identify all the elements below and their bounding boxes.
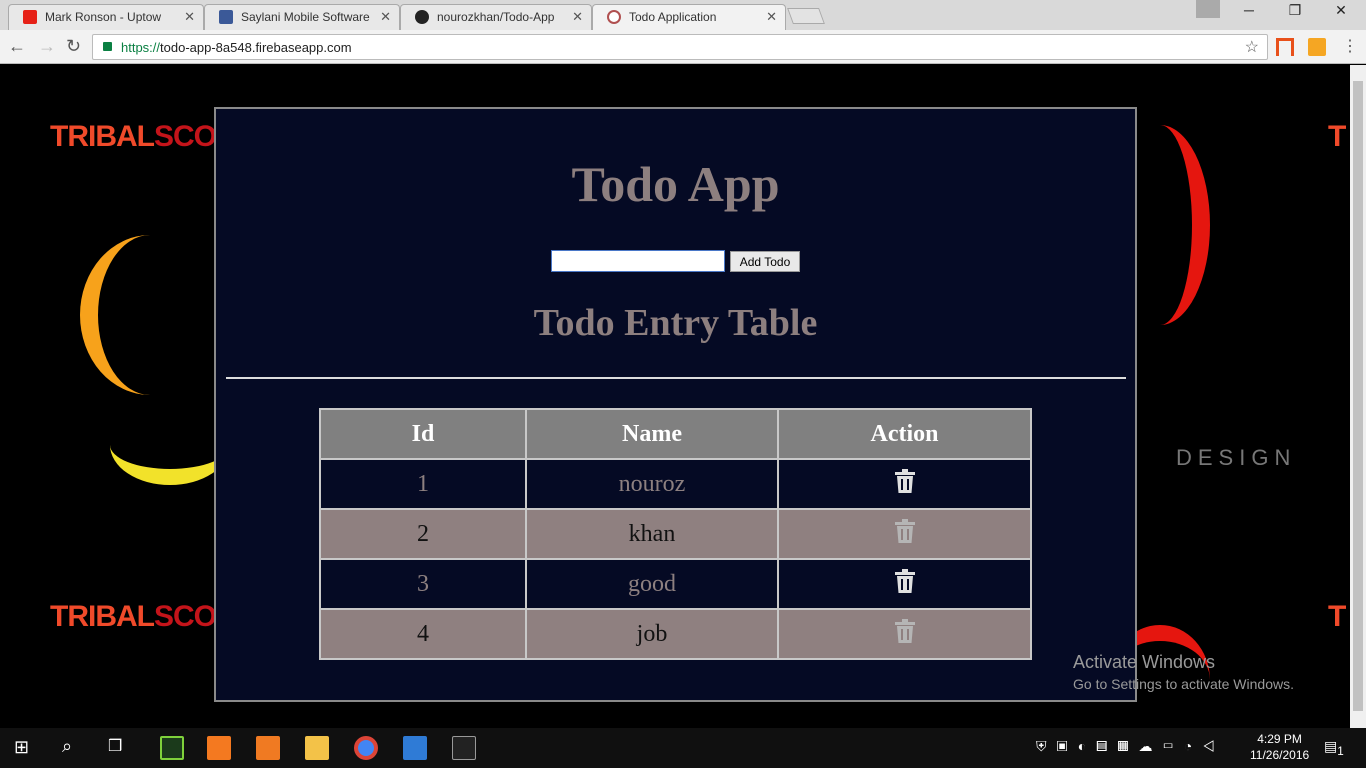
date: 11/26/2016	[1250, 748, 1310, 762]
browser-toolbar: ← → ↻ https://todo-app-8a548.firebaseapp…	[0, 30, 1366, 64]
column-header-action: Action	[777, 408, 1032, 460]
tab-title: nourozkhan/Todo-App	[437, 10, 555, 24]
tab-title: Todo Application	[629, 10, 717, 24]
delete-trash-icon[interactable]	[894, 518, 915, 550]
delete-trash-icon[interactable]	[894, 618, 915, 650]
notification-count: 1	[1337, 744, 1344, 758]
background-flame	[80, 235, 220, 395]
table-row: 4 job	[319, 608, 1032, 660]
todo-name: good	[525, 558, 779, 610]
todo-app-panel: Todo App Add Todo Todo Entry Table Id Na…	[214, 107, 1137, 702]
table-row: 3 good	[319, 558, 1032, 610]
facebook-icon	[219, 10, 233, 24]
extension-icon[interactable]	[1276, 38, 1294, 56]
menu-icon[interactable]: ⋮	[1342, 36, 1358, 56]
table-title: Todo Entry Table	[533, 302, 818, 344]
side-text: DESIGN	[1176, 445, 1297, 470]
todo-id: 4	[319, 608, 527, 660]
github-icon	[415, 10, 429, 24]
minimize-button[interactable]: ─	[1226, 2, 1272, 18]
forward-icon[interactable]: →	[38, 36, 56, 57]
close-tab-icon[interactable]: ✕	[766, 9, 777, 25]
tab-todo-application[interactable]: Todo Application ✕	[592, 4, 786, 30]
tab-github[interactable]: nourozkhan/Todo-App ✕	[400, 4, 592, 30]
close-tab-icon[interactable]: ✕	[572, 9, 583, 25]
address-bar[interactable]: https://todo-app-8a548.firebaseapp.com ☆	[92, 34, 1268, 60]
todo-id: 3	[319, 558, 527, 610]
column-header-id: Id	[319, 408, 527, 460]
close-window-button[interactable]: ✕	[1318, 2, 1364, 19]
todo-id: 2	[319, 508, 527, 560]
tab-strip: Mark Ronson - Uptow ✕ Saylani Mobile Soft…	[0, 0, 1366, 30]
action-cell	[777, 558, 1032, 610]
restore-button[interactable]: ❐	[1272, 2, 1318, 19]
new-tab-button[interactable]	[787, 8, 825, 24]
activate-windows-watermark: Activate Windows Go to Settings to activa…	[1073, 652, 1294, 692]
background-flame	[110, 405, 230, 485]
profile-icon[interactable]	[1196, 0, 1220, 18]
youtube-icon	[23, 10, 37, 24]
todo-input[interactable]	[551, 250, 725, 272]
todo-table: Id Name Action 1 nouroz 2 khan 3 good 4 …	[319, 408, 1032, 660]
start-icon[interactable]: ⊞	[14, 737, 29, 758]
app-title: Todo App	[571, 156, 780, 212]
page-background: TRIBALSCOR TRIBALSCOR T T DESIGN Todo Ap…	[0, 65, 1350, 728]
system-tray-icons[interactable]: ⛨▣◐▤▦☁▭◔◁	[1036, 738, 1225, 755]
url-scheme: https://	[121, 40, 161, 55]
file-explorer-icon[interactable]	[305, 736, 329, 760]
add-todo-button[interactable]: Add Todo	[730, 251, 800, 272]
url-host: todo-app-8a548.firebaseapp.com	[160, 40, 352, 55]
brand-text: TRIBAL	[50, 600, 155, 633]
background-brand: T	[1328, 600, 1346, 633]
tab-facebook[interactable]: Saylani Mobile Software ✕	[204, 4, 400, 30]
back-icon[interactable]: ←	[8, 36, 26, 57]
pdf-icon[interactable]	[256, 736, 280, 760]
background-brand: TRIBALSCOR	[50, 600, 238, 634]
brand-text: TRIBAL	[50, 120, 155, 153]
divider	[226, 377, 1126, 379]
scrollbar[interactable]	[1350, 65, 1366, 728]
chrome-icon[interactable]	[354, 736, 378, 760]
watermark-title: Activate Windows	[1073, 652, 1216, 672]
star-icon[interactable]: ☆	[1245, 37, 1259, 57]
search-icon[interactable]: ⌕	[62, 736, 72, 757]
terminal-icon[interactable]	[452, 736, 476, 760]
task-view-icon[interactable]: ❒	[108, 736, 122, 756]
table-row: 1 nouroz	[319, 458, 1032, 510]
background-brand: T	[1328, 120, 1346, 153]
action-cell	[777, 608, 1032, 660]
notifications-icon[interactable]: ▤1	[1324, 738, 1344, 758]
tab-youtube[interactable]: Mark Ronson - Uptow ✕	[8, 4, 204, 30]
background-brand: TRIBALSCOR	[50, 120, 238, 154]
lock-icon	[103, 42, 112, 51]
todo-name: khan	[525, 508, 779, 560]
time: 4:29 PM	[1257, 732, 1302, 746]
action-cell	[777, 458, 1032, 510]
close-tab-icon[interactable]: ✕	[184, 9, 195, 25]
scrollbar-thumb[interactable]	[1353, 81, 1363, 711]
delete-trash-icon[interactable]	[894, 468, 915, 500]
reload-icon[interactable]: ↻	[66, 36, 81, 57]
action-cell	[777, 508, 1032, 560]
todo-id: 1	[319, 458, 527, 510]
todo-name: nouroz	[525, 458, 779, 510]
table-row: 2 khan	[319, 508, 1032, 560]
tab-title: Mark Ronson - Uptow	[45, 10, 162, 24]
close-tab-icon[interactable]: ✕	[380, 9, 391, 25]
column-header-name: Name	[525, 408, 779, 460]
vscode-icon[interactable]	[403, 736, 427, 760]
xampp-icon[interactable]	[207, 736, 231, 760]
clock[interactable]: 4:29 PM 11/26/2016	[1250, 731, 1309, 763]
dreamweaver-icon[interactable]	[160, 736, 184, 760]
todo-name: job	[525, 608, 779, 660]
download-extension-icon[interactable]	[1308, 38, 1326, 56]
app-icon	[607, 10, 621, 24]
taskbar: ⊞ ⌕ ❒ ⛨▣◐▤▦☁▭◔◁ 4:29 PM 11/26/2016 ▤1	[0, 728, 1366, 768]
tab-title: Saylani Mobile Software	[241, 10, 370, 24]
watermark-subtitle: Go to Settings to activate Windows.	[1073, 676, 1294, 692]
delete-trash-icon[interactable]	[894, 568, 915, 600]
